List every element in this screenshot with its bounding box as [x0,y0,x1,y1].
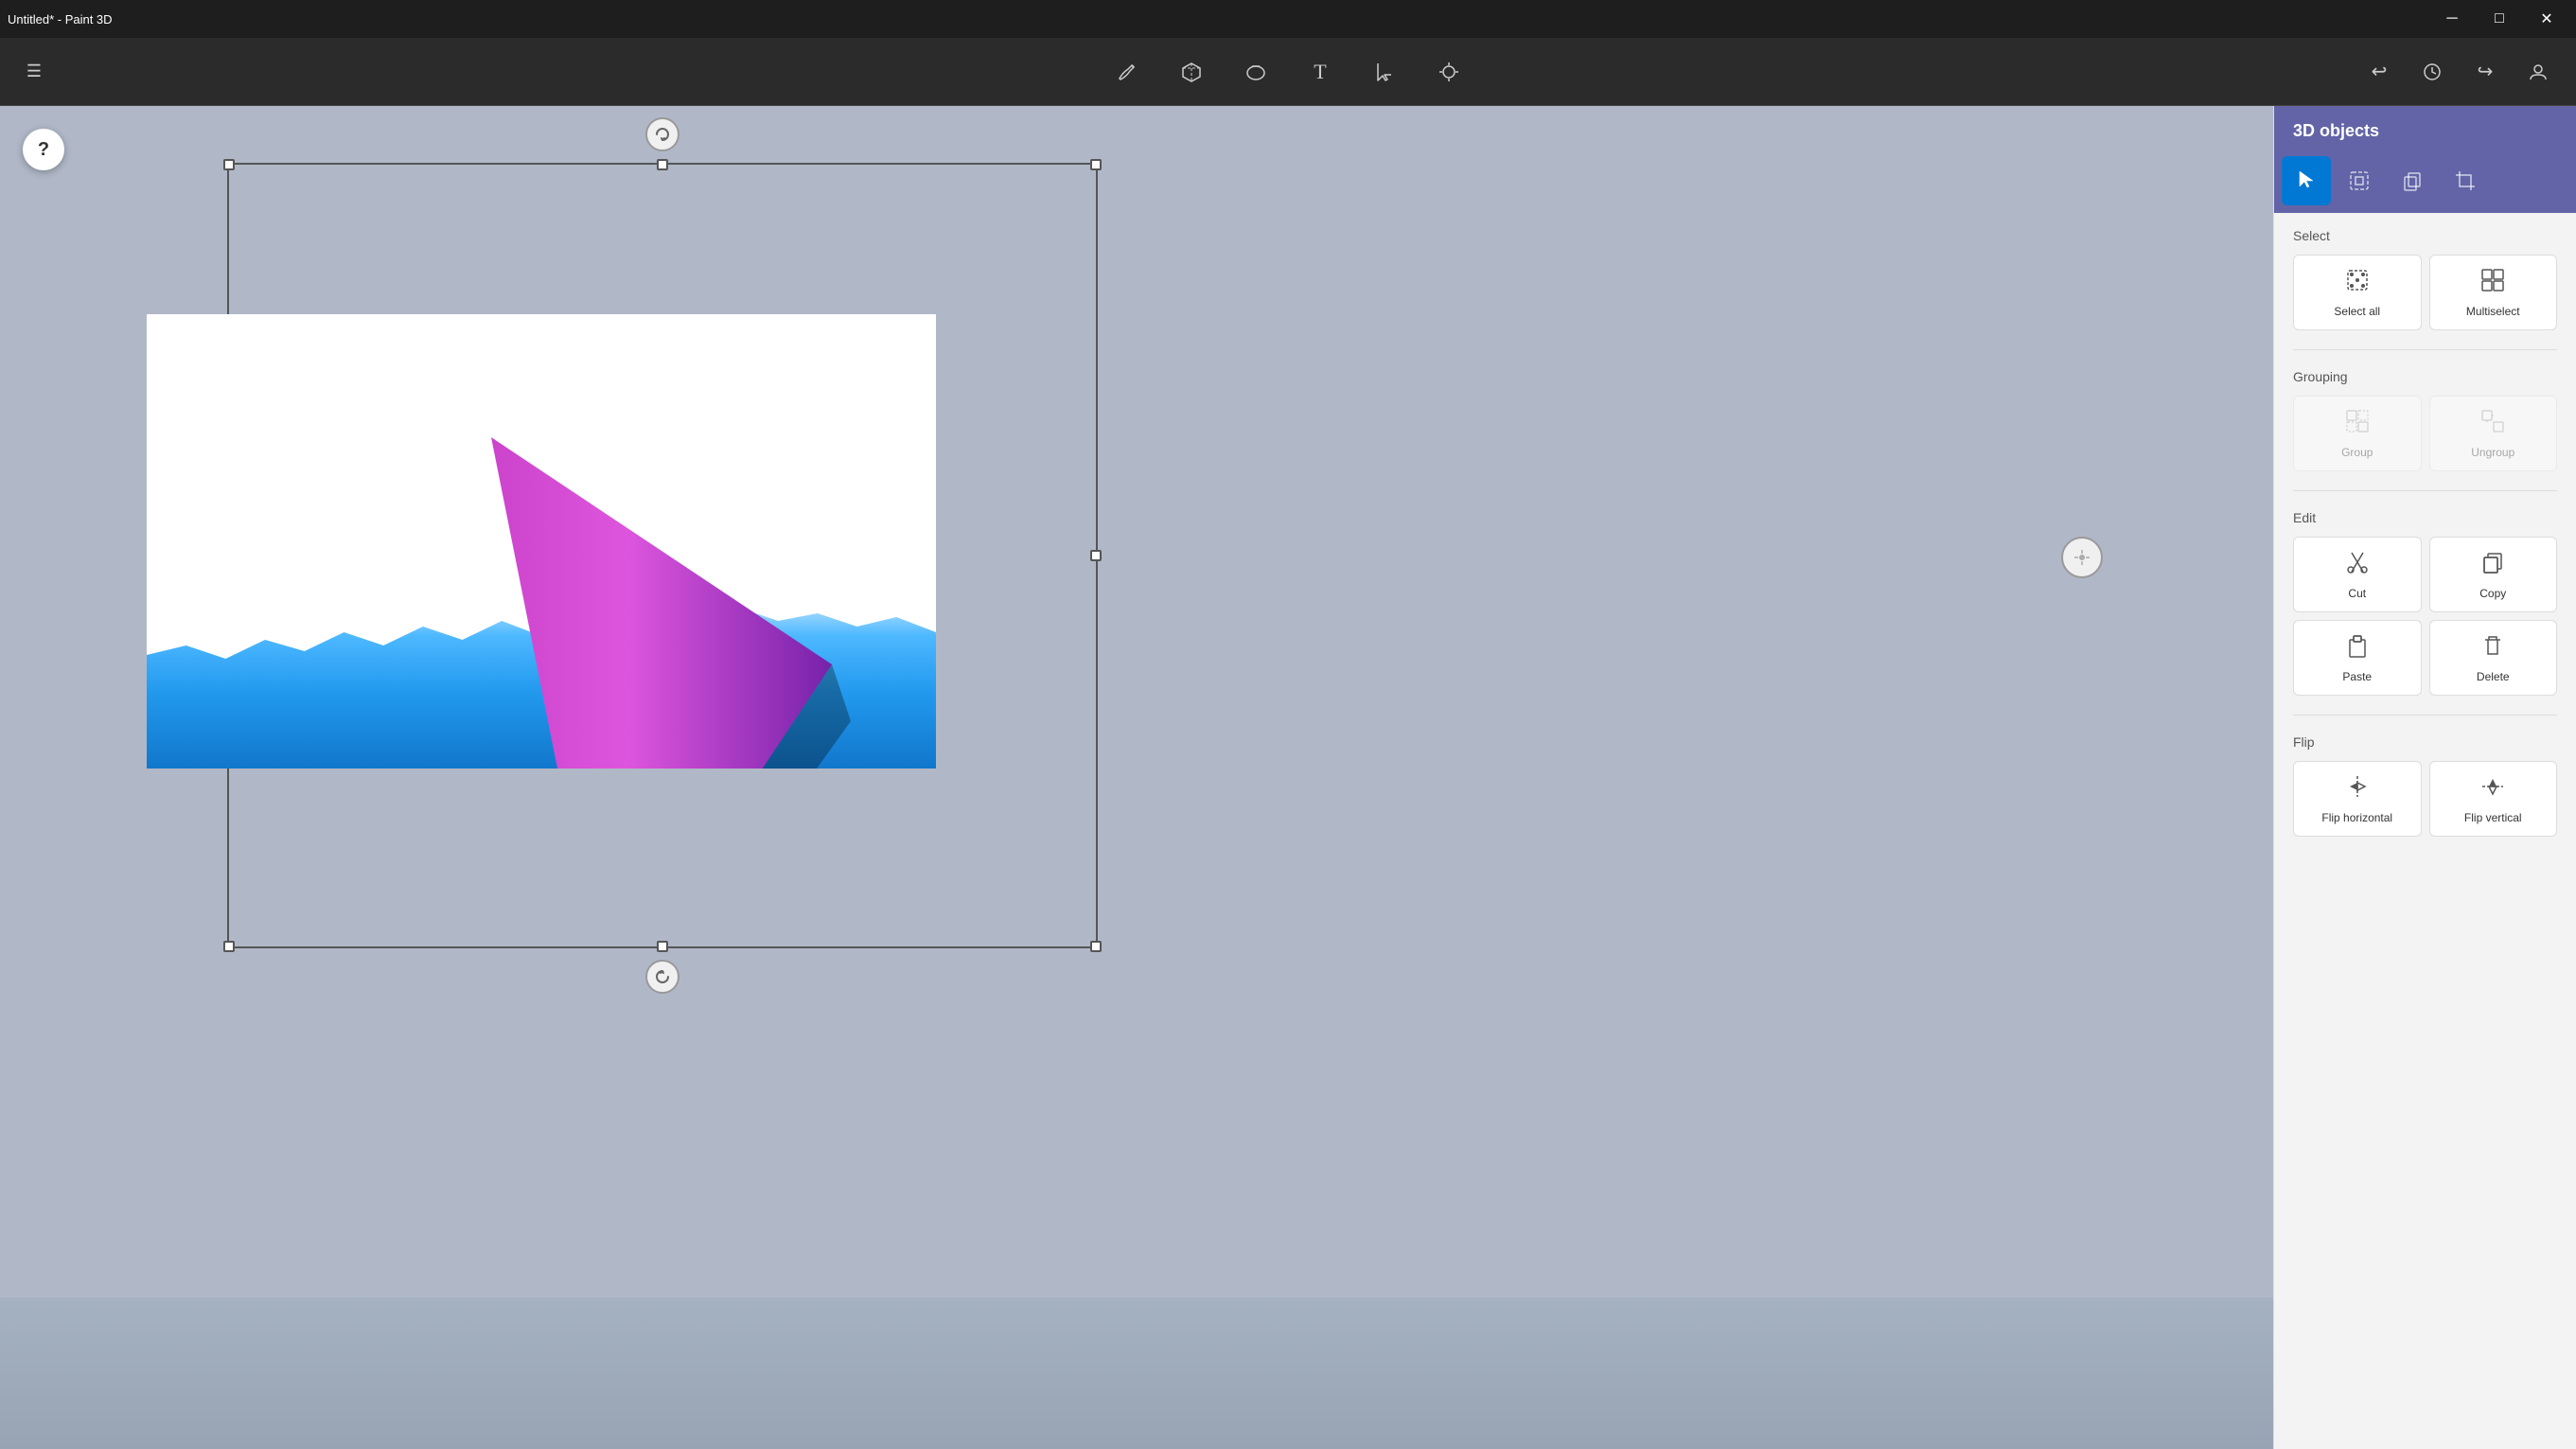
paste-icon [2344,632,2371,664]
multiselect-label: Multiselect [2466,305,2520,318]
redo-button[interactable]: ↪ [2466,53,2504,91]
window-title: Untitled* - Paint 3D [8,12,113,27]
paste-button[interactable]: Paste [2293,620,2422,696]
main-layout: ? [0,106,2576,1449]
undo-button[interactable]: ↩ [2360,53,2398,91]
ungroup-icon [2479,408,2506,440]
handle-top-left[interactable] [223,159,235,170]
history-button[interactable] [2413,53,2451,91]
maximize-button[interactable]: □ [2478,0,2521,38]
group-icon [2344,408,2371,440]
z-control-right[interactable] [2061,537,2103,578]
titlebar-left: Untitled* - Paint 3D [8,12,113,27]
tab-select[interactable] [2282,156,2331,205]
effects-tool[interactable] [1426,49,1472,95]
divider-3 [2293,715,2557,716]
right-panel: 3D objects Select [2273,106,2576,1449]
rotate-handle-bottom[interactable] [645,960,679,994]
paste-label: Paste [2342,670,2372,683]
close-button[interactable]: ✕ [2525,0,2568,38]
edit-actions: Cut Copy Paste [2293,537,2557,696]
select-actions: Select all Multiselect [2293,255,2557,330]
edit-section-title: Edit [2293,510,2557,525]
handle-bottom-center[interactable] [657,941,668,952]
flip-section-title: Flip [2293,734,2557,750]
titlebar: Untitled* - Paint 3D ─ □ ✕ [0,0,2576,38]
flip-section: Flip Flip horizontal Flip vertical [2274,719,2576,852]
flip-horizontal-icon [2344,773,2371,805]
select-section-title: Select [2293,228,2557,243]
select-section: Select Select all Multiselect [2274,213,2576,345]
group-button[interactable]: Group [2293,396,2422,471]
panel-header: 3D objects [2274,106,2576,156]
copy-button[interactable]: Copy [2429,537,2558,612]
grouping-section: Grouping Group Ungroup [2274,354,2576,486]
hamburger-menu[interactable]: ☰ [15,53,53,91]
tab-crop[interactable] [2441,156,2490,205]
grouping-actions: Group Ungroup [2293,396,2557,471]
delete-icon [2479,632,2506,664]
tab-3d-select[interactable] [2335,156,2384,205]
tab-copy[interactable] [2388,156,2437,205]
help-button[interactable]: ? [23,129,64,170]
flip-horizontal-button[interactable]: Flip horizontal [2293,761,2422,837]
titlebar-controls: ─ □ ✕ [2430,0,2568,38]
minimize-button[interactable]: ─ [2430,0,2474,38]
select-all-label: Select all [2334,305,2380,318]
brush-tool[interactable] [1104,49,1150,95]
group-label: Group [2341,446,2373,459]
multiselect-button[interactable]: Multiselect [2429,255,2558,330]
toolbar-actions: ↩ ↪ [2360,53,2557,91]
ungroup-button[interactable]: Ungroup [2429,396,2558,471]
handle-bottom-right[interactable] [1090,941,1102,952]
help-icon: ? [38,139,49,161]
panel-title: 3D objects [2293,121,2379,140]
divider-1 [2293,349,2557,350]
cut-icon [2344,549,2371,581]
handle-bottom-left[interactable] [223,941,235,952]
grouping-section-title: Grouping [2293,369,2557,384]
canvas-ground [0,1298,2273,1449]
copy-label: Copy [2479,587,2506,600]
rotate-handle-top[interactable] [645,117,679,151]
profile-button[interactable] [2519,53,2557,91]
ungroup-label: Ungroup [2471,446,2514,459]
flip-vertical-label: Flip vertical [2464,811,2522,824]
flip-actions: Flip horizontal Flip vertical [2293,761,2557,837]
delete-button[interactable]: Delete [2429,620,2558,696]
canvas-area[interactable]: ? [0,106,2273,1449]
handle-top-center[interactable] [657,159,668,170]
multiselect-icon [2479,267,2506,299]
panel-tab-bar [2274,156,2576,213]
cut-button[interactable]: Cut [2293,537,2422,612]
flip-vertical-icon [2479,773,2506,805]
text-tool[interactable]: T [1297,49,1343,95]
delete-label: Delete [2477,670,2510,683]
canvas-content [147,314,936,769]
handle-top-right[interactable] [1090,159,1102,170]
2d-shapes-tool[interactable] [1233,49,1279,95]
3d-objects-tool[interactable] [1169,49,1214,95]
edit-section: Edit Cut Copy [2274,495,2576,711]
flip-vertical-button[interactable]: Flip vertical [2429,761,2558,837]
text-icon: T [1314,60,1326,84]
divider-2 [2293,490,2557,491]
handle-mid-right[interactable] [1090,550,1102,561]
select-tool[interactable] [1362,49,1407,95]
select-all-icon [2344,267,2371,299]
flip-horizontal-label: Flip horizontal [2321,811,2392,824]
copy-icon [2479,549,2506,581]
toolbar: ☰ T ↩ ↪ [0,38,2576,106]
cut-label: Cut [2348,587,2366,600]
cone-3d [415,362,889,769]
select-all-button[interactable]: Select all [2293,255,2422,330]
